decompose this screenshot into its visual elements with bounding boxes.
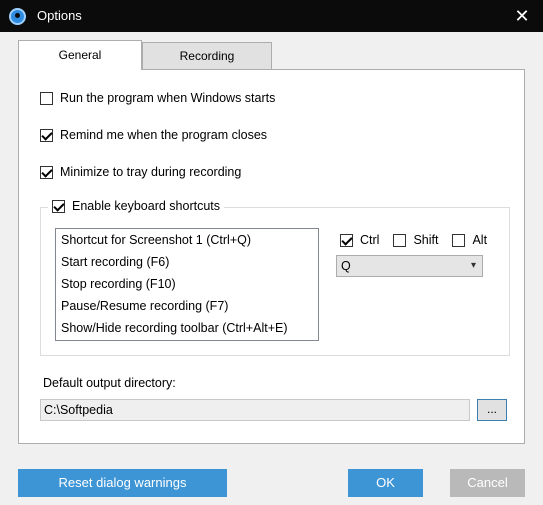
shortcut-list[interactable]: Shortcut for Screenshot 1 (Ctrl+Q) Start… xyxy=(55,228,319,341)
minimize-to-tray-option[interactable]: Minimize to tray during recording xyxy=(40,165,241,179)
ctrl-checkbox[interactable] xyxy=(340,233,353,247)
ok-button[interactable]: OK xyxy=(348,469,423,497)
list-item[interactable]: Show/Hide recording toolbar (Ctrl+Alt+E) xyxy=(56,317,318,339)
tab-general[interactable]: General xyxy=(18,40,142,70)
window-title: Options xyxy=(37,8,82,23)
alt-checkbox[interactable] xyxy=(452,233,466,247)
modifier-keys: Ctrl Shift Alt xyxy=(340,233,501,247)
shift-label: Shift xyxy=(413,233,439,247)
enable-shortcuts-label: Enable keyboard shortcuts xyxy=(72,199,221,213)
tab-recording[interactable]: Recording xyxy=(142,42,272,69)
run-at-startup-label: Run the program when Windows starts xyxy=(60,91,276,105)
shift-checkbox[interactable] xyxy=(393,233,407,247)
chevron-down-icon: ▾ xyxy=(470,260,476,271)
cancel-button[interactable]: Cancel xyxy=(450,469,525,497)
remind-on-close-label: Remind me when the program closes xyxy=(60,128,268,142)
browse-button[interactable]: ... xyxy=(477,399,507,421)
ctrl-label: Ctrl xyxy=(360,233,380,247)
ctrl-option[interactable]: Ctrl xyxy=(340,233,379,247)
enable-shortcuts-checkbox[interactable] xyxy=(52,199,65,213)
list-item[interactable]: Pause/Resume recording (F7) xyxy=(56,295,318,317)
alt-label: Alt xyxy=(472,233,488,247)
title-bar: Options ✕ xyxy=(0,0,543,32)
minimize-to-tray-checkbox[interactable] xyxy=(40,165,53,179)
output-directory-field[interactable]: C:\Softpedia xyxy=(40,399,470,421)
minimize-to-tray-label: Minimize to tray during recording xyxy=(60,165,242,179)
list-item[interactable]: Shortcut for Screenshot 1 (Ctrl+Q) xyxy=(56,229,318,251)
enable-shortcuts-option[interactable]: Enable keyboard shortcuts xyxy=(48,199,225,213)
list-item[interactable]: Stop recording (F10) xyxy=(56,273,318,295)
app-camera-icon xyxy=(9,8,26,25)
alt-option[interactable]: Alt xyxy=(452,233,487,247)
run-at-startup-option[interactable]: Run the program when Windows starts xyxy=(40,91,275,105)
output-directory-label: Default output directory: xyxy=(43,376,176,390)
shortcut-key-value: Q xyxy=(341,259,351,273)
reset-dialog-warnings-button[interactable]: Reset dialog warnings xyxy=(18,469,227,497)
list-item[interactable]: Start recording (F6) xyxy=(56,251,318,273)
close-icon[interactable]: ✕ xyxy=(509,4,535,28)
run-at-startup-checkbox[interactable] xyxy=(40,91,53,105)
remind-on-close-option[interactable]: Remind me when the program closes xyxy=(40,128,267,142)
shortcut-key-dropdown[interactable]: Q ▾ xyxy=(336,255,483,277)
shift-option[interactable]: Shift xyxy=(393,233,438,247)
remind-on-close-checkbox[interactable] xyxy=(40,128,53,142)
